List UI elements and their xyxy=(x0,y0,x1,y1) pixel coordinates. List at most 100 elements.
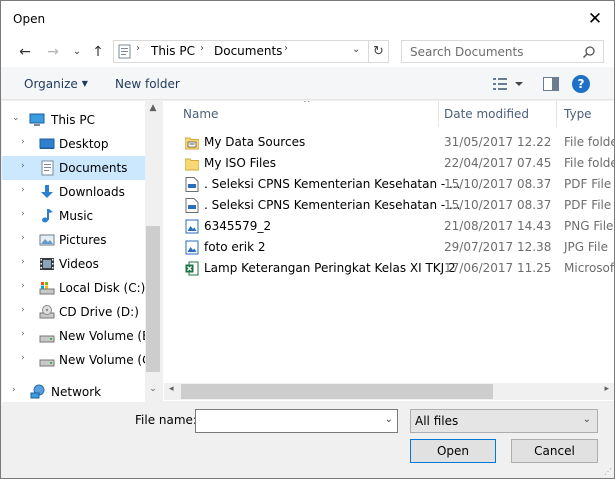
file-name: My Data Sources xyxy=(204,135,306,149)
chevron-right-icon[interactable]: › xyxy=(21,329,25,339)
column-header-name[interactable]: Name xyxy=(183,107,218,121)
file-row[interactable]: My ISO Files 22/04/2017 07.45 File folde… xyxy=(163,153,614,174)
file-row[interactable]: 6345579_2 21/08/2017 14.43 PNG File xyxy=(163,216,614,237)
column-header-date-modified[interactable]: Date modified xyxy=(444,107,529,121)
scroll-down-arrow-icon[interactable]: ⌄ xyxy=(145,384,161,394)
chevron-right-icon[interactable]: › xyxy=(21,161,25,171)
sidebar-item-label: Local Disk (C:) xyxy=(59,281,146,295)
chevron-right-icon[interactable]: › xyxy=(12,385,16,395)
column-divider[interactable] xyxy=(556,101,557,127)
address-dropdown-icon[interactable]: ⌄ xyxy=(352,44,360,55)
breadcrumb-separator[interactable]: › xyxy=(284,43,288,54)
sidebar-item-downloads[interactable]: › Downloads xyxy=(2,180,145,204)
file-row[interactable]: foto erik 2 29/07/2017 12.38 JPG File xyxy=(163,237,614,258)
horizontal-scrollbar[interactable]: ◂ ▸ xyxy=(164,383,614,400)
sidebar-item-documents[interactable]: › Documents xyxy=(2,156,145,180)
change-view-icon[interactable] xyxy=(493,77,525,91)
sidebar-item-new-volume-g[interactable]: › New Volume (G:) xyxy=(2,348,160,372)
breadcrumb-documents[interactable]: Documents xyxy=(214,44,282,58)
chevron-down-icon[interactable]: ⌄ xyxy=(385,414,393,425)
navigation-scrollbar[interactable]: ▲ ⌄ xyxy=(145,101,161,402)
scrollbar-thumb[interactable] xyxy=(146,226,160,372)
desktop-icon xyxy=(39,138,55,149)
cancel-button[interactable]: Cancel xyxy=(511,439,598,463)
network-icon xyxy=(30,384,45,399)
file-type: File folder xyxy=(564,156,614,170)
file-name-field[interactable]: ⌄ xyxy=(195,409,398,433)
scroll-up-arrow-icon[interactable]: ▲ xyxy=(145,103,161,113)
file-date: 15/10/2017 08.37 xyxy=(444,198,552,212)
chevron-down-icon[interactable]: ⌄ xyxy=(12,113,20,123)
scrollbar-thumb[interactable] xyxy=(181,384,493,399)
sidebar-item-music[interactable]: › Music xyxy=(2,204,145,228)
close-icon[interactable]: ✕ xyxy=(584,8,606,30)
documents-icon xyxy=(41,160,54,176)
file-date: 31/05/2017 12.22 xyxy=(444,135,552,149)
column-divider[interactable] xyxy=(438,101,439,127)
breadcrumb-separator[interactable]: › xyxy=(200,43,204,54)
up-arrow-icon[interactable]: ↑ xyxy=(88,42,108,62)
sidebar-item-label: Music xyxy=(59,209,94,223)
this-pc-icon xyxy=(118,44,131,59)
sidebar-item-this-pc[interactable]: ⌄ This PC xyxy=(2,108,145,132)
navigation-pane: ⌄ This PC › Desktop › Documents › Downlo… xyxy=(2,101,160,402)
preview-pane-icon[interactable] xyxy=(543,77,559,91)
breadcrumb-separator: › xyxy=(136,43,140,54)
resize-grip-icon[interactable]: ⋰ xyxy=(604,467,612,476)
navigation-bar: ← → ⌄ ↑ › This PC › Documents › ⌄ ↻ Sear… xyxy=(1,37,614,67)
search-box[interactable]: Search Documents xyxy=(401,40,604,63)
sort-ascending-icon: ^ xyxy=(303,101,311,109)
local-disk-icon xyxy=(39,282,55,295)
open-button[interactable]: Open xyxy=(410,439,496,463)
breadcrumb-this-pc[interactable]: This PC xyxy=(151,44,195,58)
sidebar-item-cd-drive-d[interactable]: › CD Drive (D:) xyxy=(2,300,145,324)
sidebar-item-pictures[interactable]: › Pictures xyxy=(2,228,145,252)
scroll-right-arrow-icon[interactable]: ▸ xyxy=(604,384,609,394)
chevron-right-icon[interactable]: › xyxy=(21,305,25,315)
recent-locations-icon[interactable]: ⌄ xyxy=(67,42,87,62)
chevron-right-icon[interactable]: › xyxy=(21,257,25,267)
chevron-right-icon[interactable]: › xyxy=(21,281,25,291)
search-input[interactable]: Search Documents xyxy=(410,45,523,59)
sidebar-item-network[interactable]: › Network xyxy=(2,380,145,402)
file-name: My ISO Files xyxy=(204,156,277,170)
scroll-left-arrow-icon[interactable]: ◂ xyxy=(169,384,174,394)
pdf-file-icon xyxy=(185,198,199,213)
help-icon[interactable]: ? xyxy=(572,75,590,93)
address-bar[interactable]: › This PC › Documents › ⌄ ↻ xyxy=(113,40,389,63)
sidebar-item-videos[interactable]: › Videos xyxy=(2,252,145,276)
sidebar-item-label: Downloads xyxy=(59,185,125,199)
sidebar-item-new-volume-e[interactable]: › New Volume (E:) xyxy=(2,324,158,348)
refresh-icon[interactable]: ↻ xyxy=(368,41,388,62)
chevron-right-icon[interactable]: › xyxy=(21,185,25,195)
column-header-type[interactable]: Type xyxy=(564,107,592,121)
organize-button[interactable]: Organize ▼ xyxy=(24,77,88,91)
file-row[interactable]: My Data Sources 31/05/2017 12.22 File fo… xyxy=(163,132,614,153)
chevron-right-icon[interactable]: › xyxy=(21,137,25,147)
sidebar-item-local-disk-c[interactable]: › Local Disk (C:) xyxy=(2,276,145,300)
sidebar-item-label: New Volume (E:) xyxy=(59,329,159,343)
file-row[interactable]: Lamp Keterangan Peringkat Kelas XI TKJ 2… xyxy=(163,258,614,279)
downloads-icon xyxy=(41,185,53,198)
chevron-right-icon[interactable]: › xyxy=(21,209,25,219)
file-date: 29/07/2017 12.38 xyxy=(444,240,552,254)
file-type-filter[interactable]: All files ⌄ xyxy=(410,409,598,433)
file-name: . Seleksi CPNS Kementerian Kesehatan - .… xyxy=(204,198,461,212)
back-arrow-icon[interactable]: ← xyxy=(15,42,35,62)
sidebar-item-desktop[interactable]: › Desktop xyxy=(2,132,145,156)
chevron-right-icon[interactable]: › xyxy=(21,353,25,363)
pdf-file-icon xyxy=(185,177,199,192)
sidebar-item-label: This PC xyxy=(51,113,95,127)
sidebar-item-label: Pictures xyxy=(59,233,107,247)
dialog-title: Open xyxy=(13,12,46,26)
file-date: 22/04/2017 07.45 xyxy=(444,156,552,170)
chevron-right-icon[interactable]: › xyxy=(21,233,25,243)
forward-arrow-icon[interactable]: → xyxy=(43,42,63,62)
chevron-down-icon[interactable]: ⌄ xyxy=(583,414,591,425)
file-row[interactable]: . Seleksi CPNS Kementerian Kesehatan - .… xyxy=(163,174,614,195)
file-row[interactable]: . Seleksi CPNS Kementerian Kesehatan - .… xyxy=(163,195,614,216)
new-folder-button[interactable]: New folder xyxy=(115,77,180,91)
file-date: 21/08/2017 14.43 xyxy=(444,219,552,233)
search-icon[interactable] xyxy=(582,45,596,59)
bottom-panel: File name: ⌄ All files ⌄ Open Cancel ⋰ xyxy=(1,402,614,478)
